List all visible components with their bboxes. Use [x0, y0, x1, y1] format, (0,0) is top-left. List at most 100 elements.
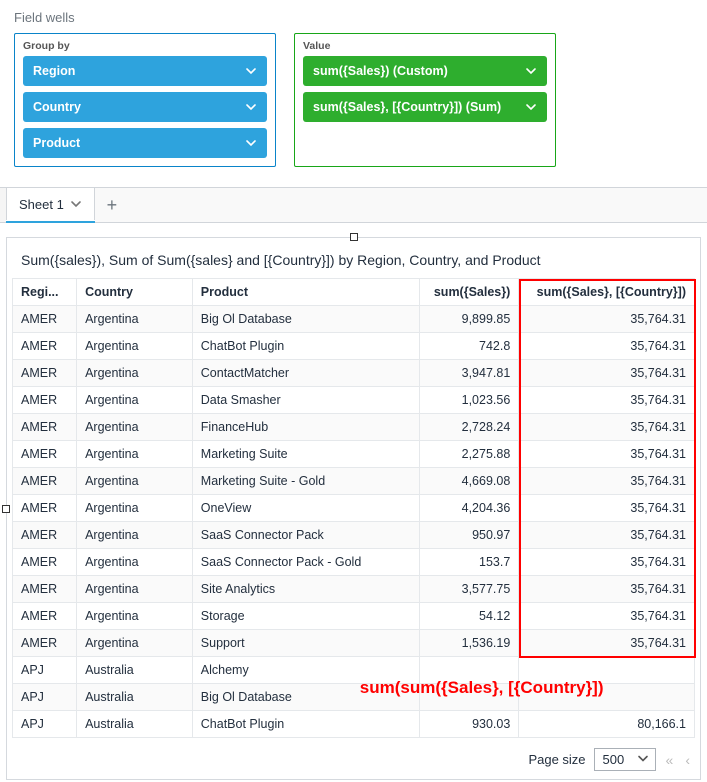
cell-region: AMER [13, 522, 77, 549]
table-row[interactable]: AMERArgentinaFinanceHub2,728.2435,764.31 [13, 414, 695, 441]
cell-country: Argentina [77, 441, 193, 468]
cell-country: Argentina [77, 603, 193, 630]
cell-product: Marketing Suite [192, 441, 419, 468]
cell-sumSales: 1,023.56 [420, 387, 519, 414]
cell-sumSalesCountry: 35,764.31 [519, 441, 695, 468]
cell-sumSales: 153.7 [420, 549, 519, 576]
page-size-select[interactable]: 500 [594, 748, 656, 771]
cell-country: Australia [77, 684, 193, 711]
sheet-tab[interactable]: Sheet 1 [6, 187, 95, 220]
cell-sumSales: 4,204.36 [420, 495, 519, 522]
cell-sumSalesCountry: 35,764.31 [519, 522, 695, 549]
table-row[interactable]: AMERArgentinaMarketing Suite - Gold4,669… [13, 468, 695, 495]
cell-country: Argentina [77, 468, 193, 495]
value-pill-label: sum({Sales}, [{Country}]) (Sum) [313, 100, 501, 114]
cell-product: SaaS Connector Pack - Gold [192, 549, 419, 576]
cell-product: Storage [192, 603, 419, 630]
cell-country: Australia [77, 711, 193, 738]
table-row[interactable]: APJAustraliaChatBot Plugin930.0380,166.1 [13, 711, 695, 738]
group-pill-label: Region [33, 64, 75, 78]
group-pill-region[interactable]: Region [23, 56, 267, 86]
resize-handle-top[interactable] [350, 233, 358, 241]
table-row[interactable]: AMERArgentinaOneView4,204.3635,764.31 [13, 495, 695, 522]
chevron-down-icon [245, 65, 257, 77]
group-pill-product[interactable]: Product [23, 128, 267, 158]
cell-sumSales: 54.12 [420, 603, 519, 630]
table-row[interactable]: AMERArgentinaContactMatcher3,947.8135,76… [13, 360, 695, 387]
chevron-down-icon [70, 198, 82, 210]
cell-product: Site Analytics [192, 576, 419, 603]
col-header-product[interactable]: Product [192, 279, 419, 306]
cell-sumSales: 2,275.88 [420, 441, 519, 468]
cell-product: Data Smasher [192, 387, 419, 414]
col-header-sum-sales-country[interactable]: sum({Sales}, [{Country}]) [519, 279, 695, 306]
table-row[interactable]: AMERArgentinaSaaS Connector Pack - Gold1… [13, 549, 695, 576]
cell-product: Big Ol Database [192, 684, 419, 711]
group-pill-label: Product [33, 136, 80, 150]
resize-handle-left[interactable] [2, 505, 10, 513]
cell-sumSalesCountry: 35,764.31 [519, 333, 695, 360]
cell-country: Argentina [77, 360, 193, 387]
value-pill-sum-sales-country[interactable]: sum({Sales}, [{Country}]) (Sum) [303, 92, 547, 122]
cell-sumSalesCountry: 35,764.31 [519, 306, 695, 333]
table-row[interactable]: APJAustraliaBig Ol Database [13, 684, 695, 711]
cell-product: Marketing Suite - Gold [192, 468, 419, 495]
cell-sumSales: 742.8 [420, 333, 519, 360]
visual-container[interactable]: Sum({sales}), Sum of Sum({sales} and [{C… [6, 237, 701, 780]
cell-sumSales: 9,899.85 [420, 306, 519, 333]
table-row[interactable]: AMERArgentinaBig Ol Database9,899.8535,7… [13, 306, 695, 333]
cell-country: Argentina [77, 333, 193, 360]
pager-first-icon[interactable]: « [664, 752, 676, 768]
cell-sumSales: 3,947.81 [420, 360, 519, 387]
cell-sumSalesCountry: 35,764.31 [519, 576, 695, 603]
group-by-header: Group by [23, 40, 267, 56]
cell-sumSalesCountry: 35,764.31 [519, 495, 695, 522]
value-pill-sum-sales[interactable]: sum({Sales}) (Custom) [303, 56, 547, 86]
cell-sumSales: 2,728.24 [420, 414, 519, 441]
cell-sumSalesCountry [519, 684, 695, 711]
table-row[interactable]: AMERArgentinaChatBot Plugin742.835,764.3… [13, 333, 695, 360]
value-well: Value sum({Sales}) (Custom) sum({Sales},… [294, 33, 556, 167]
cell-region: AMER [13, 576, 77, 603]
sheet-tab-bar: Sheet 1 + [0, 187, 707, 223]
cell-region: AMER [13, 441, 77, 468]
cell-sumSales: 1,536.19 [420, 630, 519, 657]
cell-product: FinanceHub [192, 414, 419, 441]
cell-sumSales [420, 684, 519, 711]
table-row[interactable]: AMERArgentinaSupport1,536.1935,764.31 [13, 630, 695, 657]
add-sheet-button[interactable]: + [95, 188, 129, 223]
cell-region: AMER [13, 468, 77, 495]
cell-product: Alchemy [192, 657, 419, 684]
col-header-region[interactable]: Regi... [13, 279, 77, 306]
value-header: Value [303, 40, 547, 56]
cell-sumSales: 3,577.75 [420, 576, 519, 603]
cell-sumSales: 4,669.08 [420, 468, 519, 495]
group-pill-label: Country [33, 100, 81, 114]
cell-sumSalesCountry: 35,764.31 [519, 603, 695, 630]
cell-product: Support [192, 630, 419, 657]
cell-sumSalesCountry: 35,764.31 [519, 630, 695, 657]
table-row[interactable]: AMERArgentinaData Smasher1,023.5635,764.… [13, 387, 695, 414]
col-header-country[interactable]: Country [77, 279, 193, 306]
chevron-down-icon [525, 65, 537, 77]
page-size-label: Page size [528, 752, 585, 767]
cell-country: Argentina [77, 522, 193, 549]
table-row[interactable]: AMERArgentinaSite Analytics3,577.7535,76… [13, 576, 695, 603]
group-pill-country[interactable]: Country [23, 92, 267, 122]
table-row[interactable]: AMERArgentinaMarketing Suite2,275.8835,7… [13, 441, 695, 468]
cell-sumSales: 930.03 [420, 711, 519, 738]
cell-region: AMER [13, 306, 77, 333]
page-size-value: 500 [603, 752, 625, 767]
field-wells-label: Field wells [0, 0, 707, 33]
cell-region: APJ [13, 711, 77, 738]
table-row[interactable]: APJAustraliaAlchemy [13, 657, 695, 684]
cell-sumSalesCountry [519, 657, 695, 684]
pager-prev-icon[interactable]: ‹ [683, 752, 692, 768]
table-row[interactable]: AMERArgentinaStorage54.1235,764.31 [13, 603, 695, 630]
cell-country: Australia [77, 657, 193, 684]
cell-region: AMER [13, 360, 77, 387]
cell-product: SaaS Connector Pack [192, 522, 419, 549]
table-row[interactable]: AMERArgentinaSaaS Connector Pack950.9735… [13, 522, 695, 549]
col-header-sum-sales[interactable]: sum({Sales}) [420, 279, 519, 306]
cell-region: AMER [13, 333, 77, 360]
